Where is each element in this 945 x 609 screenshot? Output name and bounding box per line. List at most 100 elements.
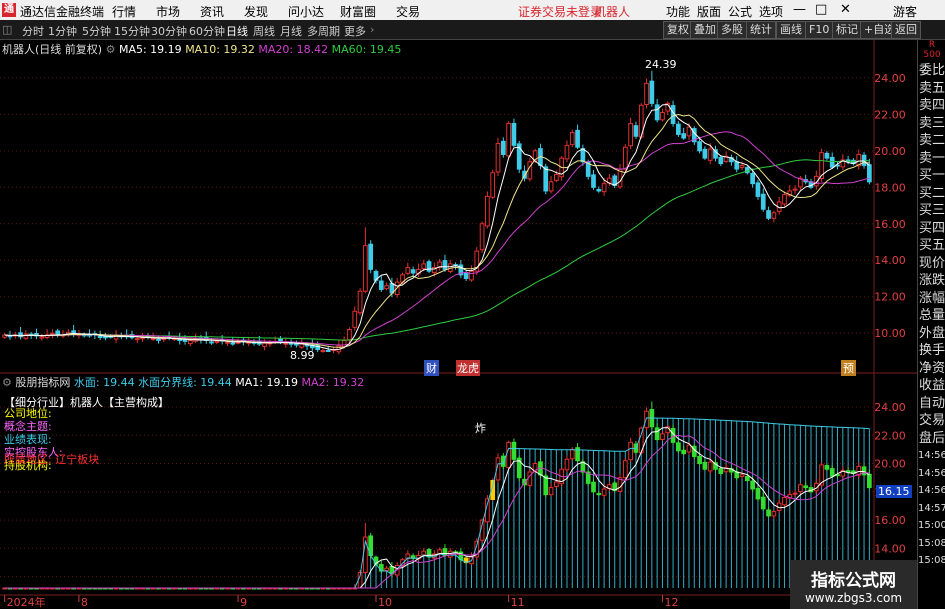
- panel-item[interactable]: 卖三: [918, 115, 945, 133]
- panel-item[interactable]: 净资: [918, 360, 945, 378]
- panel-item[interactable]: 总量: [918, 307, 945, 325]
- stats-button[interactable]: 统计: [746, 21, 776, 39]
- stock-name: 机器人: [594, 5, 631, 19]
- panel-item[interactable]: 卖二: [918, 132, 945, 150]
- panel-item[interactable]: 委比: [918, 62, 945, 80]
- panel-item[interactable]: 买五: [918, 237, 945, 255]
- sub-candle-body: [644, 410, 649, 429]
- panel-item[interactable]: 买二: [918, 185, 945, 203]
- panel-item[interactable]: 卖四: [918, 97, 945, 115]
- panel-item[interactable]: 14:57: [918, 500, 945, 518]
- candle-body: [18, 332, 23, 338]
- candle-body: [97, 335, 103, 338]
- f10-button[interactable]: F10: [805, 21, 834, 39]
- panel-item[interactable]: 涨幅: [918, 290, 945, 308]
- candle-body: [569, 132, 575, 146]
- watermark-title: 指标公式网: [811, 571, 896, 591]
- tab-period-weekly[interactable]: 周线: [253, 23, 275, 39]
- minimize-icon[interactable]: —: [793, 2, 806, 17]
- panel-item[interactable]: 14:56: [918, 482, 945, 500]
- indicator-gear-icon[interactable]: ⚙: [2, 376, 12, 389]
- draw-line-button[interactable]: 画线: [776, 21, 806, 39]
- panel-item[interactable]: 15:00: [918, 517, 945, 535]
- panel-item[interactable]: 买一: [918, 167, 945, 185]
- sub-candle-body: [866, 473, 872, 489]
- longhu-marker[interactable]: 龙虎: [456, 360, 480, 376]
- candle-body: [262, 342, 267, 347]
- tab-period-5min[interactable]: 5分钟: [82, 23, 111, 39]
- sub-candle-body: [591, 481, 596, 493]
- kline-chart[interactable]: 24.00 22.00 20.00 18.00 16.00 14.00 12.00 10.00…: [0, 40, 917, 609]
- candle-body: [644, 82, 649, 106]
- tab-period-more[interactable]: 更多: [344, 23, 366, 39]
- water-value: 水面: 19.44: [73, 376, 135, 389]
- panel-item[interactable]: 14:56: [918, 465, 945, 483]
- sub-candle-body: [506, 441, 511, 469]
- panel-item[interactable]: 14:56: [918, 447, 945, 465]
- tab-period-60min[interactable]: 60分钟: [189, 23, 225, 39]
- sub-candle-body: [569, 448, 575, 460]
- panel-item[interactable]: 15:08: [918, 552, 945, 570]
- candle-body: [792, 188, 798, 191]
- y-tick-label: 16.00: [874, 514, 906, 527]
- candle-body: [421, 263, 427, 270]
- panel-toggle-icon[interactable]: ◫: [2, 23, 12, 36]
- panel-item[interactable]: 买三: [918, 202, 945, 220]
- panel-item[interactable]: 买四: [918, 220, 945, 238]
- adjust-button[interactable]: 复权: [663, 21, 693, 39]
- panel-item[interactable]: 外盘: [918, 325, 945, 343]
- panel-item[interactable]: 盘后: [918, 430, 945, 448]
- menu-function[interactable]: 功能: [666, 3, 690, 20]
- menu-layout[interactable]: 版面: [697, 3, 721, 20]
- tab-period-1min[interactable]: 1分钟: [48, 23, 77, 39]
- overlay-button[interactable]: 叠加: [690, 21, 720, 39]
- tab-period-30min[interactable]: 30分钟: [151, 23, 187, 39]
- ma60-value: MA60: 19.45: [331, 43, 402, 56]
- close-icon[interactable]: ✕: [840, 2, 851, 17]
- more-chevron-icon[interactable]: ›: [370, 23, 374, 36]
- panel-item[interactable]: 现价: [918, 255, 945, 273]
- menu-quotes[interactable]: 行情: [112, 3, 136, 20]
- menu-formula[interactable]: 公式: [728, 3, 752, 20]
- menu-bar: 通 通达信金融终端 行情 市场 资讯 发现 问小达 财富圈 交易 证券交易未登录…: [0, 0, 945, 20]
- panel-item[interactable]: 收益: [918, 377, 945, 395]
- menu-options[interactable]: 选项: [759, 3, 783, 20]
- financial-marker[interactable]: 财: [424, 360, 439, 376]
- tab-period-monthly[interactable]: 月线: [280, 23, 302, 39]
- panel-item[interactable]: 换手: [918, 342, 945, 360]
- candle-body: [156, 338, 161, 341]
- forecast-marker[interactable]: 预: [841, 360, 856, 376]
- sub-candle-body: [861, 466, 867, 476]
- user-guest[interactable]: 游客: [893, 3, 917, 20]
- panel-item[interactable]: 涨跌: [918, 272, 945, 290]
- panel-item[interactable]: 卖五: [918, 80, 945, 98]
- panel-r-label: R: [928, 40, 936, 50]
- menu-trade[interactable]: 交易: [396, 3, 420, 20]
- candle-body: [368, 243, 374, 270]
- panel-item[interactable]: 交易: [918, 412, 945, 430]
- menu-fortune[interactable]: 财富圈: [340, 3, 376, 20]
- tab-period-15min[interactable]: 15分钟: [114, 23, 150, 39]
- login-warning[interactable]: 证券交易未登录: [518, 3, 602, 20]
- tab-period-daily[interactable]: 日线: [226, 23, 248, 39]
- candle-body: [352, 310, 358, 328]
- tab-period-multi[interactable]: 多周期: [307, 23, 340, 39]
- sub-candle-body: [755, 487, 761, 500]
- mark-button[interactable]: 标记: [832, 21, 862, 39]
- indicator-name[interactable]: 股朋指标网: [15, 376, 70, 389]
- panel-item[interactable]: 自动: [918, 395, 945, 413]
- settings-gear-icon[interactable]: ⚙: [106, 43, 116, 56]
- menu-ask[interactable]: 问小达: [288, 3, 324, 20]
- panel-500-label: 500: [923, 50, 941, 60]
- x-tick-label: 10: [378, 596, 392, 609]
- menu-news[interactable]: 资讯: [200, 3, 224, 20]
- menu-market[interactable]: 市场: [156, 3, 180, 20]
- panel-item[interactable]: 15:08: [918, 535, 945, 553]
- panel-item[interactable]: 卖一: [918, 150, 945, 168]
- menu-discover[interactable]: 发现: [244, 3, 268, 20]
- back-button[interactable]: 返回: [891, 21, 921, 39]
- maximize-icon[interactable]: □: [815, 2, 827, 17]
- tab-period-timeshare[interactable]: 分时: [22, 23, 44, 39]
- candle-body: [299, 343, 305, 348]
- multi-stock-button[interactable]: 多股: [717, 21, 747, 39]
